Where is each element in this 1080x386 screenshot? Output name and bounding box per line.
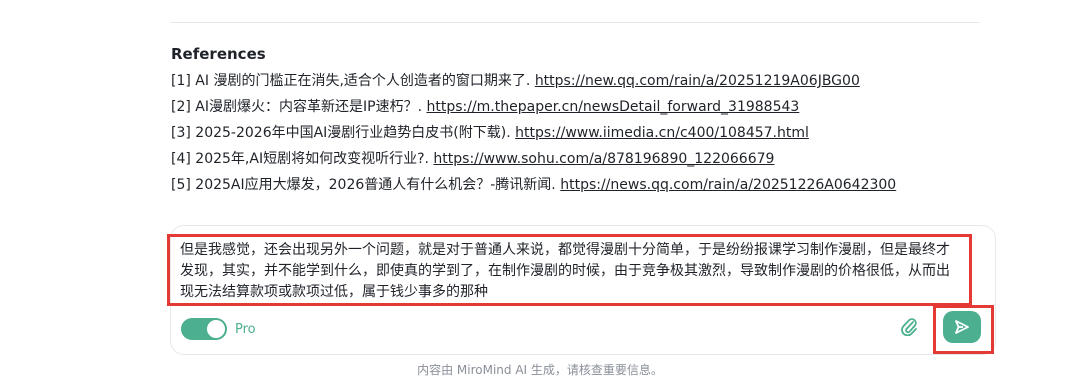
reference-link[interactable]: https://m.thepaper.cn/newsDetail_forward…	[426, 99, 799, 115]
reference-num: [1]	[171, 73, 191, 89]
top-divider	[170, 22, 980, 23]
paperclip-icon[interactable]	[900, 316, 918, 337]
reference-title: AI 漫剧的门槛正在消失,适合个人创造者的窗口期来了.	[195, 73, 531, 89]
pro-mode-control: Pro	[181, 318, 256, 340]
pro-mode-toggle[interactable]	[181, 318, 227, 340]
reference-num: [5]	[171, 177, 191, 193]
send-button[interactable]	[943, 311, 981, 343]
disclaimer-text: 内容由 MiroMind AI 生成，请核查重要信息。	[417, 363, 663, 377]
reference-item-4: [4] 2025年,AI短剧将如何改变视听行业?. https://www.so…	[171, 146, 991, 172]
reference-link[interactable]: https://www.iimedia.cn/c400/108457.html	[515, 125, 809, 141]
reference-num: [2]	[171, 99, 191, 115]
reference-item-3: [3] 2025-2026年中国AI漫剧行业趋势白皮书(附下载). https:…	[171, 120, 991, 146]
reference-title: 2025年,AI短剧将如何改变视听行业?.	[195, 151, 429, 167]
reference-title: 2025AI应用大爆发，2026普通人有什么机会？-腾讯新闻.	[195, 177, 556, 193]
reference-link[interactable]: https://www.sohu.com/a/878196890_1220666…	[433, 151, 774, 167]
message-input[interactable]: 但是我感觉，还会出现另外一个问题，就是对于普通人来说，都觉得漫剧十分简单，于是纷…	[167, 234, 972, 306]
reference-item-5: [5] 2025AI应用大爆发，2026普通人有什么机会？-腾讯新闻. http…	[171, 172, 991, 198]
toggle-knob	[207, 320, 225, 338]
reference-link[interactable]: https://new.qq.com/rain/a/20251219A06JBG…	[535, 73, 860, 89]
references-section: References [1] AI 漫剧的门槛正在消失,适合个人创造者的窗口期来…	[171, 44, 991, 198]
reference-num: [4]	[171, 151, 191, 167]
reference-link[interactable]: https://news.qq.com/rain/a/20251226A0642…	[560, 177, 896, 193]
pro-mode-label: Pro	[235, 321, 256, 337]
reference-title: AI漫剧爆火：内容革新还是IP速朽？.	[195, 99, 423, 115]
reference-item-2: [2] AI漫剧爆火：内容革新还是IP速朽？. https://m.thepap…	[171, 94, 991, 120]
send-icon	[955, 320, 969, 334]
reference-title: 2025-2026年中国AI漫剧行业趋势白皮书(附下载).	[195, 125, 511, 141]
reference-num: [3]	[171, 125, 191, 141]
reference-item-1: [1] AI 漫剧的门槛正在消失,适合个人创造者的窗口期来了. https://…	[171, 68, 991, 94]
references-heading: References	[171, 45, 266, 63]
